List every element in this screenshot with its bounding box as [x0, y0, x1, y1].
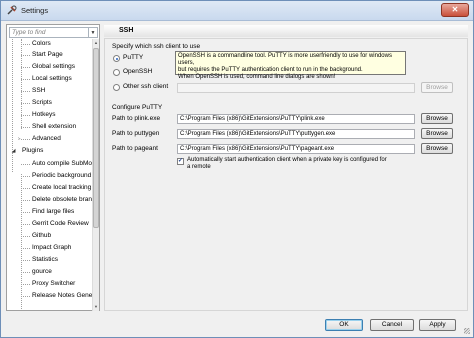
tree-item-advanced[interactable]: ▷ Advanced: [18, 134, 93, 144]
settings-app-icon: [7, 5, 17, 15]
browse-pageant-button[interactable]: Browse: [421, 143, 453, 154]
tree-item-ssh[interactable]: SSH: [18, 86, 93, 96]
other-ssh-client-label[interactable]: Other ssh client: [123, 83, 168, 90]
tree-item-start-page[interactable]: Start Page: [18, 50, 93, 60]
browse-plink-button[interactable]: Browse: [421, 113, 453, 124]
tree-item-find-large-files[interactable]: Find large files: [18, 207, 93, 217]
tree-item-create-local-tracking-branches[interactable]: Create local tracking br: [18, 183, 93, 193]
ssh-client-tooltip: OpenSSH is a commandline tool. PuTTY is …: [175, 51, 406, 80]
tree-item-gerrit-code-review[interactable]: Gerrit Code Review: [18, 219, 93, 229]
tree-item-periodic-background-fetch[interactable]: Periodic background fe: [18, 171, 93, 181]
page-title: SSH: [104, 25, 468, 37]
resize-grip-icon[interactable]: [464, 328, 470, 334]
filter-dropdown-arrow-icon[interactable]: ▼: [89, 27, 98, 38]
plink-path-input[interactable]: C:\Program Files (x86)\GitExtensions\PuT…: [177, 114, 415, 124]
putty-radio-label[interactable]: PuTTY: [123, 54, 143, 61]
scroll-up-arrow-icon[interactable]: ▲: [93, 39, 99, 47]
puttygen-path-label: Path to puttygen: [112, 130, 160, 137]
tree-filter-input[interactable]: Type to find: [9, 27, 89, 38]
tree-item-impact-graph[interactable]: Impact Graph: [18, 243, 93, 253]
browse-puttygen-button[interactable]: Browse: [421, 128, 453, 139]
tree-item-colors[interactable]: Colors: [18, 39, 93, 49]
tree-list: Colors Start Page Global settings Local …: [7, 39, 93, 311]
openssh-radio[interactable]: [113, 69, 120, 76]
collapse-arrow-icon[interactable]: ◢: [10, 148, 17, 155]
tree-item-proxy-switcher[interactable]: Proxy Switcher: [18, 279, 93, 289]
window-title: Settings: [21, 6, 49, 15]
auto-start-auth-checkbox[interactable]: ✓: [177, 158, 184, 165]
title-bar: Settings ✕: [1, 1, 473, 21]
scroll-thumb[interactable]: [93, 48, 99, 228]
plink-path-label: Path to plink.exe: [112, 115, 161, 122]
ssh-client-group-label: Specify which ssh client to use: [112, 43, 201, 50]
close-button[interactable]: ✕: [441, 3, 469, 17]
tree-scrollbar[interactable]: ▲ ▼: [92, 39, 99, 311]
tree-item-gource[interactable]: gource: [18, 267, 93, 277]
tree-item-shell-extension[interactable]: Shell extension: [18, 122, 93, 132]
other-ssh-client-radio[interactable]: [113, 84, 120, 91]
expand-arrow-icon[interactable]: ▷: [18, 136, 22, 143]
tree-item-release-notes-generator[interactable]: Release Notes Generato: [18, 291, 93, 301]
tree-item-plugins[interactable]: ◢ Plugins: [7, 146, 93, 156]
putty-radio[interactable]: [113, 55, 120, 62]
ok-button[interactable]: OK: [325, 319, 363, 331]
pageant-path-label: Path to pageant: [112, 145, 158, 152]
browse-other-client-button[interactable]: Browse: [421, 82, 453, 93]
tree-item-github[interactable]: Github: [18, 231, 93, 241]
tree-item-local-settings[interactable]: Local settings: [18, 74, 93, 84]
pageant-path-input[interactable]: C:\Program Files (x86)\GitExtensions\PuT…: [177, 144, 415, 154]
configure-putty-label: Configure PuTTY: [112, 104, 163, 111]
auto-start-auth-label[interactable]: Automatically start authentication clien…: [187, 157, 387, 171]
tree-item-hotkeys[interactable]: Hotkeys: [18, 110, 93, 120]
tree-item-delete-obsolete-branches[interactable]: Delete obsolete branche: [18, 195, 93, 205]
apply-button[interactable]: Apply: [419, 319, 456, 331]
tree-item-global-settings[interactable]: Global settings: [18, 62, 93, 72]
puttygen-path-input[interactable]: C:\Program Files (x86)\GitExtensions\PuT…: [177, 129, 415, 139]
cancel-button[interactable]: Cancel: [370, 319, 414, 331]
other-ssh-client-input[interactable]: [177, 83, 415, 93]
tree-item-scripts[interactable]: Scripts: [18, 98, 93, 108]
scroll-down-arrow-icon[interactable]: ▼: [93, 303, 99, 311]
openssh-radio-label[interactable]: OpenSSH: [123, 68, 152, 75]
settings-window: Settings ✕ Type to find ▼ Colors Start P…: [0, 0, 474, 338]
tree-item-statistics[interactable]: Statistics: [18, 255, 93, 265]
ssh-settings-panel: Specify which ssh client to use PuTTY Op…: [104, 38, 468, 311]
tree-item-auto-compile-submodules[interactable]: Auto compile SubModu: [18, 159, 93, 169]
settings-tree: Type to find ▼ Colors Start Page Global …: [6, 24, 100, 311]
